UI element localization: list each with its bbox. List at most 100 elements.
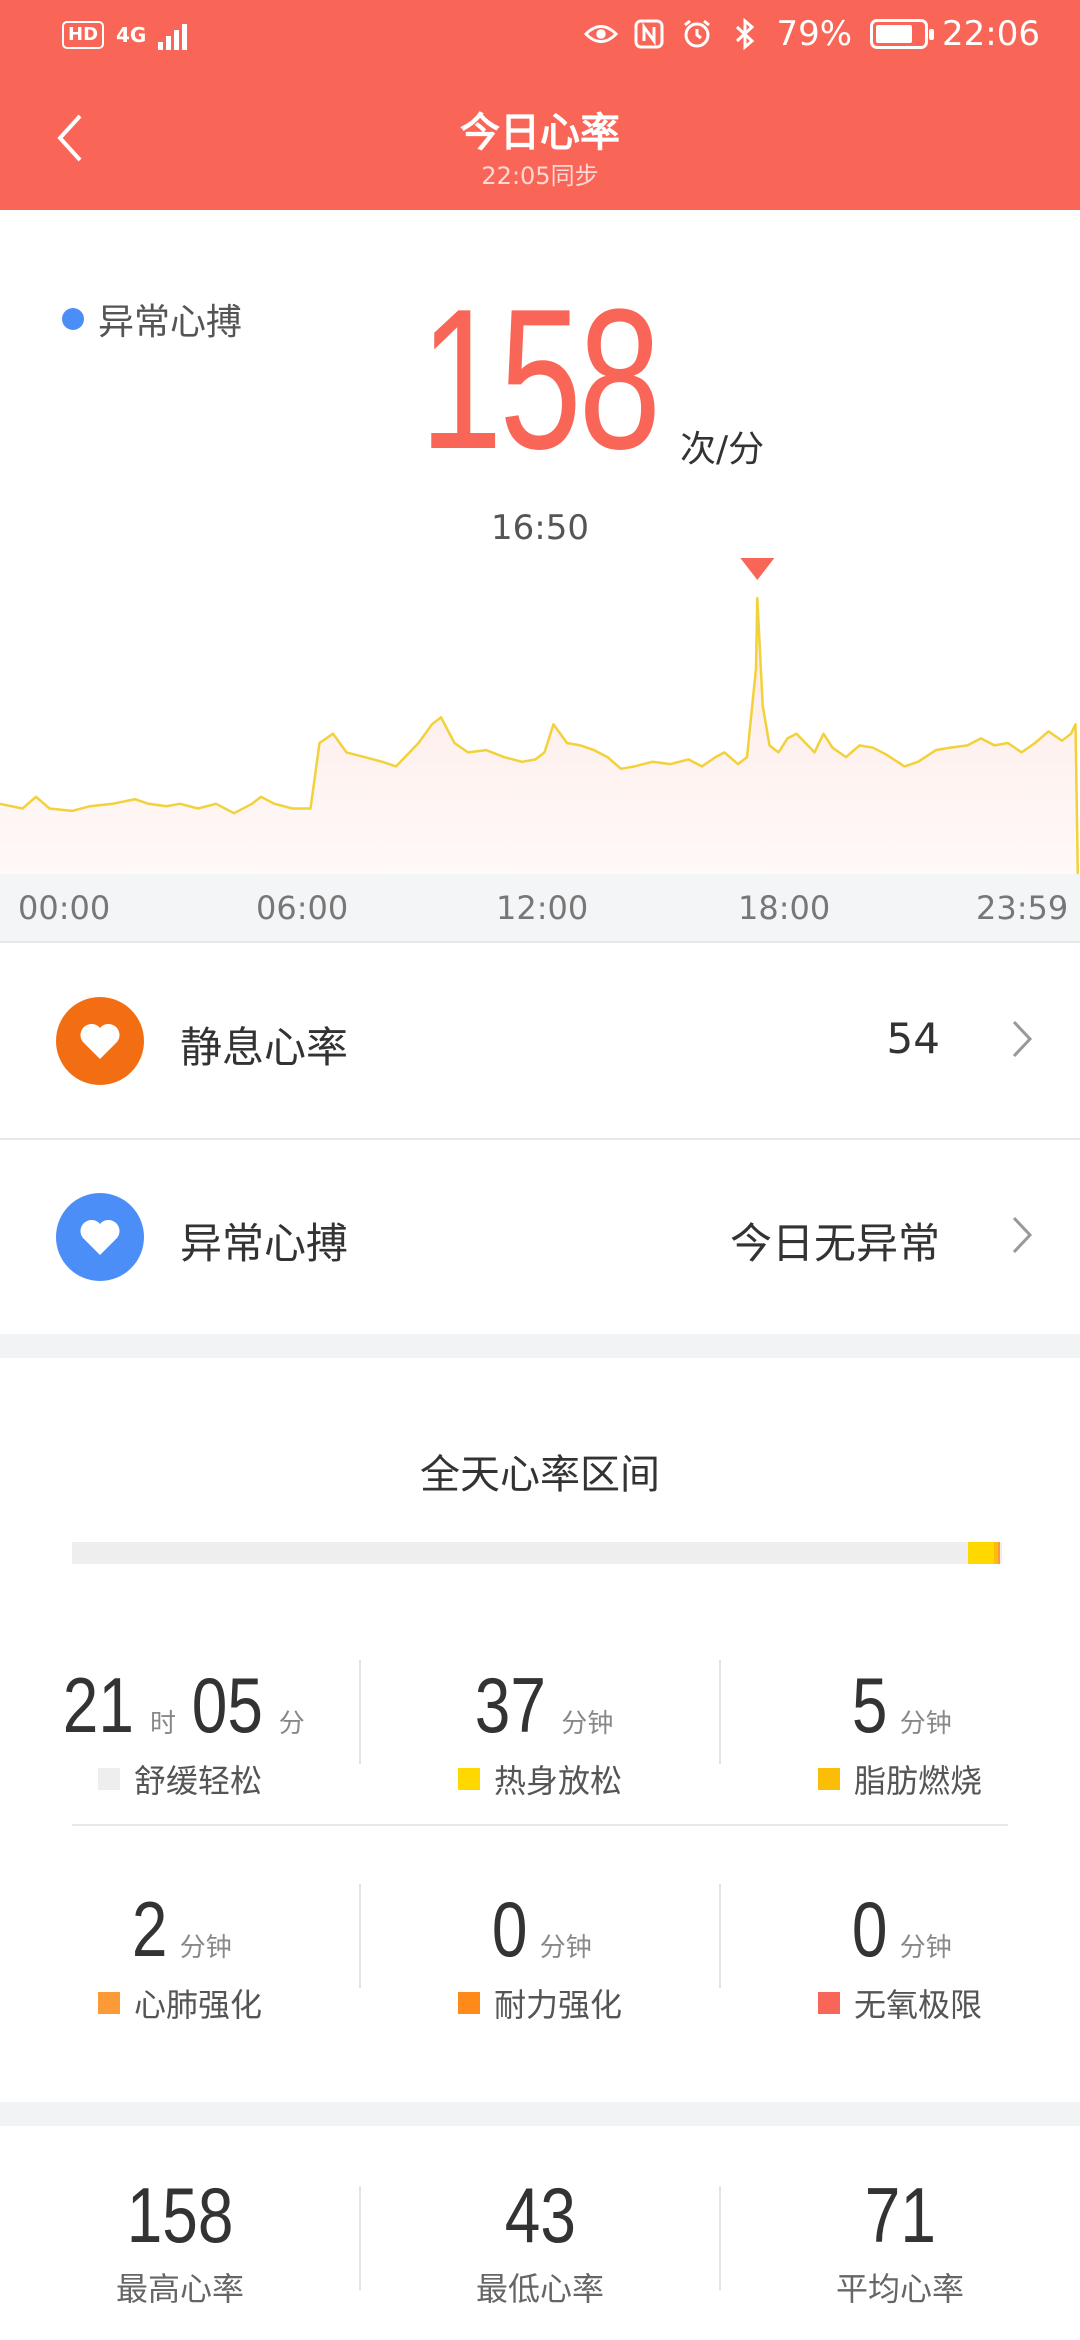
summary-stat: 158 最高心率	[0, 2170, 360, 2310]
summary-value: 158	[126, 2171, 234, 2259]
zone-value: 37 分钟	[360, 1660, 720, 1750]
summary-value: 43	[504, 2171, 576, 2259]
hd-badge: HD	[62, 21, 105, 49]
zone-stat: 21 时 05 分舒缓轻松	[0, 1660, 360, 1802]
zone-unit: 分钟	[899, 1933, 952, 1963]
zones-title: 全天心率区间	[420, 1452, 660, 1498]
section-gap	[0, 1334, 1080, 1358]
zone-color-swatch	[457, 1992, 480, 2014]
section-gap	[0, 2102, 1080, 2126]
bluetooth-icon	[728, 17, 762, 51]
zone-number: 0	[852, 1885, 888, 1973]
battery-percent: 79%	[776, 14, 853, 54]
zone-number: 37	[474, 1661, 546, 1749]
status-bar: HD 4G 79% 22:06	[0, 0, 1080, 76]
zone-color-swatch	[97, 1992, 120, 2014]
zone-stat: 5 分钟脂肪燃烧	[720, 1660, 1080, 1802]
divider	[719, 1884, 721, 1988]
divider	[359, 1884, 361, 1988]
zone-number: 2	[132, 1885, 168, 1973]
zone-color-swatch	[457, 1768, 480, 1790]
chevron-right-icon	[1012, 1020, 1033, 1058]
divider	[719, 1660, 721, 1764]
x-tick-label: 23:59	[976, 889, 1069, 927]
zone-stat: 2 分钟心肺强化	[0, 1884, 360, 2026]
network-type: 4G	[116, 23, 147, 47]
summary-value-line: 71	[720, 2170, 1080, 2260]
summary-label: 最低心率	[475, 2270, 604, 2308]
eye-icon	[584, 17, 619, 51]
nfc-icon	[632, 17, 666, 51]
abnormal-heartbeat-row[interactable]: 异常心搏 今日无异常	[0, 1140, 1080, 1334]
peak-marker	[740, 558, 775, 581]
summary-value-line: 158	[0, 2170, 360, 2260]
rate-unit: 次/分	[680, 429, 765, 470]
heart-icon	[56, 997, 144, 1085]
divider	[719, 2186, 721, 2290]
zone-value: 2 分钟	[0, 1884, 360, 1974]
zone-unit: 分钟	[561, 1709, 614, 1739]
zone-segment	[997, 1542, 1000, 1564]
zone-unit: 分钟	[179, 1933, 232, 1963]
row-label: 静息心率	[180, 1023, 349, 1072]
zone-value: 21 时 05 分	[0, 1660, 360, 1750]
sync-time: 22:05同步	[481, 162, 599, 190]
zone-unit: 分	[278, 1709, 305, 1739]
resting-heart-rate-row[interactable]: 静息心率 54	[0, 944, 1080, 1138]
zone-stat: 0 分钟耐力强化	[360, 1884, 720, 2026]
x-tick-label: 18:00	[738, 889, 831, 927]
page-title: 今日心率	[460, 110, 620, 156]
x-tick-label: 00:00	[18, 889, 111, 927]
summary-label: 最高心率	[115, 2270, 244, 2308]
rate-value: 158	[420, 268, 661, 491]
zone-segment	[967, 1542, 995, 1564]
signal-icon	[158, 20, 188, 50]
x-tick-label: 06:00	[256, 889, 349, 927]
zone-label: 无氧极限	[853, 1986, 982, 2024]
zone-label-row: 热身放松	[360, 1756, 720, 1802]
chevron-right-icon	[1012, 1216, 1033, 1254]
zone-label-row: 脂肪燃烧	[720, 1756, 1080, 1802]
divider	[72, 1824, 1008, 1826]
status-right: 79% 22:06	[584, 14, 1040, 54]
summary-stat: 71 平均心率	[720, 2170, 1080, 2310]
heart-rate-chart-svg[interactable]	[0, 540, 1080, 875]
zone-stat: 0 分钟无氧极限	[720, 1884, 1080, 2026]
row-label: 异常心搏	[180, 1219, 349, 1268]
app-header: HD 4G 79% 22:06 今日心率 22:05同步	[0, 0, 1080, 210]
zone-label: 舒缓轻松	[133, 1762, 262, 1800]
current-rate: 158 次/分	[0, 280, 1080, 480]
zone-number: 5	[852, 1661, 888, 1749]
zone-color-swatch	[817, 1992, 840, 2014]
summary-label: 平均心率	[835, 2270, 964, 2308]
divider	[359, 2186, 361, 2290]
summary-value-line: 43	[360, 2170, 720, 2260]
summary-stat: 43 最低心率	[360, 2170, 720, 2310]
heart-rate-area	[0, 598, 1078, 874]
zone-unit: 时	[149, 1709, 176, 1739]
zone-stat: 37 分钟热身放松	[360, 1660, 720, 1802]
zone-label: 脂肪燃烧	[853, 1762, 982, 1800]
row-value: 今日无异常	[729, 1219, 940, 1268]
zone-label: 热身放松	[493, 1762, 622, 1800]
zone-value: 5 分钟	[720, 1660, 1080, 1750]
zone-unit: 分钟	[899, 1709, 952, 1739]
zone-unit: 分钟	[539, 1933, 592, 1963]
divider	[0, 941, 1080, 943]
alarm-icon	[680, 17, 714, 51]
zone-label: 心肺强化	[133, 1986, 262, 2024]
zone-label-row: 舒缓轻松	[0, 1756, 360, 1802]
zone-color-swatch	[817, 1768, 840, 1790]
divider	[359, 1660, 361, 1764]
summary-value: 71	[864, 2171, 936, 2259]
zone-number: 05	[191, 1661, 263, 1749]
x-tick-label: 12:00	[496, 889, 589, 927]
status-time: 22:06	[942, 14, 1040, 54]
zone-label-row: 无氧极限	[720, 1980, 1080, 2026]
zone-label: 耐力强化	[493, 1986, 622, 2024]
zone-distribution-bar	[72, 1542, 1002, 1564]
zone-number: 0	[492, 1885, 528, 1973]
zone-number: 21	[63, 1661, 135, 1749]
zone-value: 0 分钟	[720, 1884, 1080, 1974]
row-value: 54	[886, 1014, 940, 1063]
